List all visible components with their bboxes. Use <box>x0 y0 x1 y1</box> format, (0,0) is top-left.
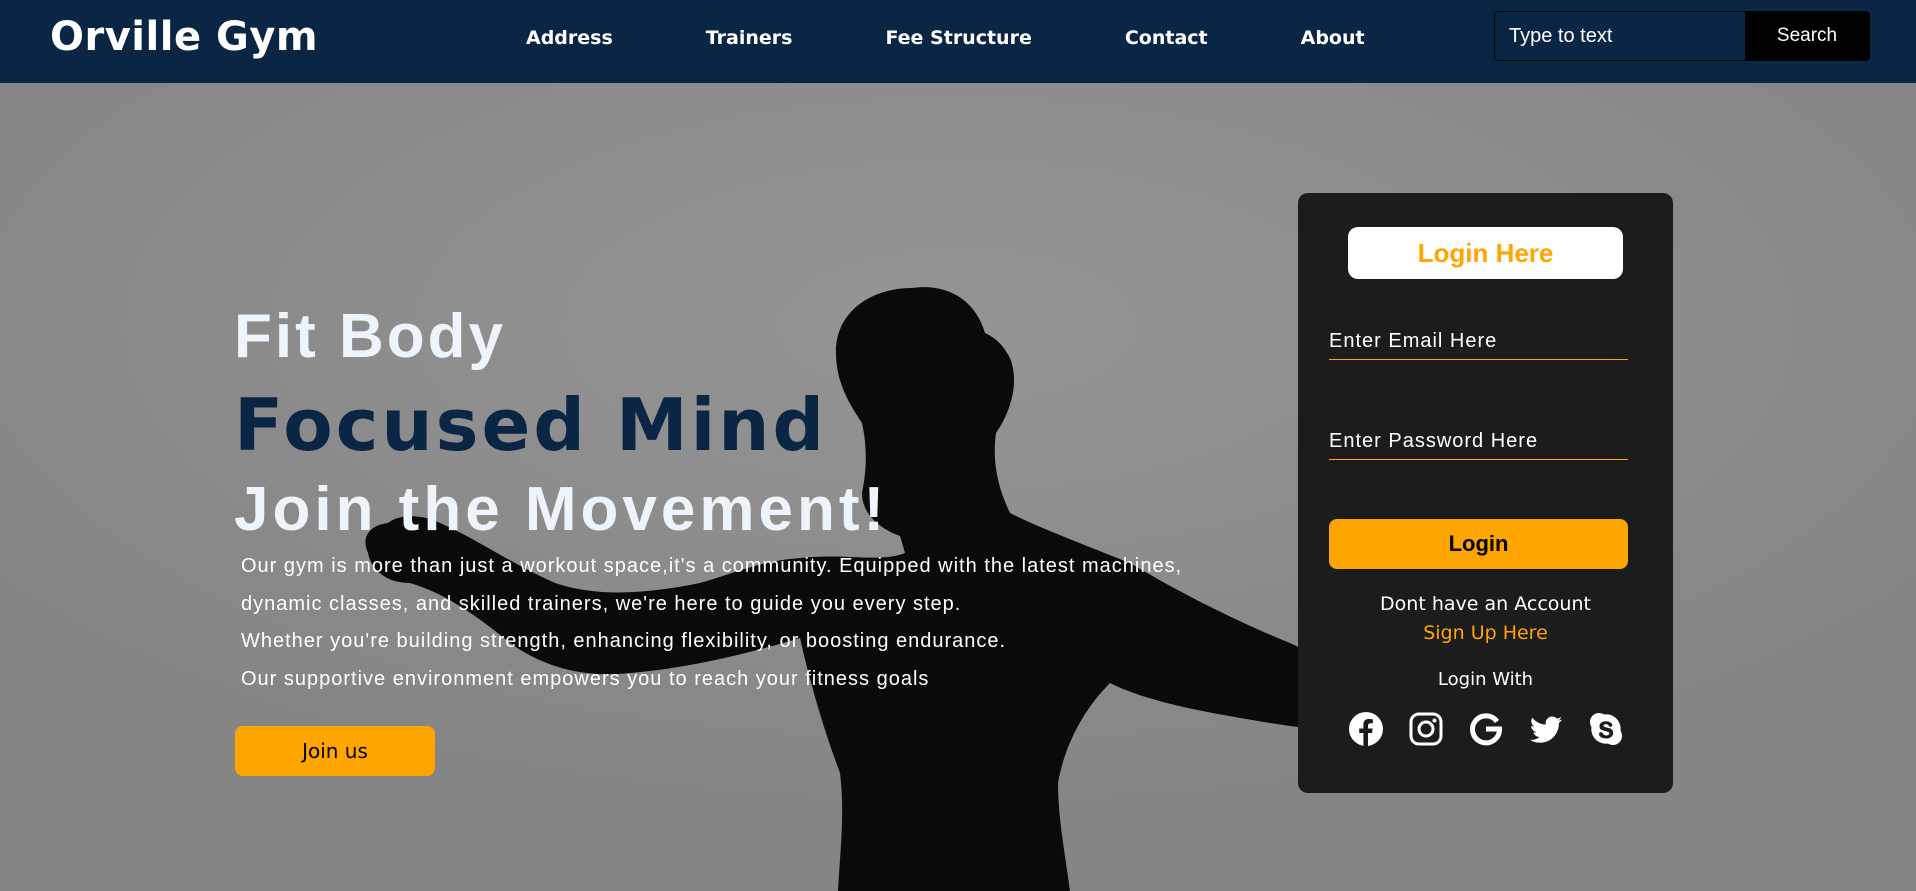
sign-up-link[interactable]: Sign Up Here <box>1298 622 1673 644</box>
facebook-icon[interactable] <box>1348 711 1384 747</box>
google-icon[interactable] <box>1468 711 1504 747</box>
twitter-icon[interactable] <box>1528 711 1564 747</box>
join-us-button[interactable]: Join us <box>235 726 435 776</box>
search-bar: Search <box>1494 11 1870 61</box>
hero-description-line: Our supportive environment empowers you … <box>241 667 930 690</box>
search-button[interactable]: Search <box>1745 12 1869 60</box>
hero-description-line: dynamic classes, and skilled trainers, w… <box>241 592 962 615</box>
nav-link-contact[interactable]: Contact <box>1125 27 1208 49</box>
login-card-title: Login Here <box>1348 227 1623 279</box>
email-field[interactable] <box>1329 324 1628 360</box>
nav-link-address[interactable]: Address <box>526 27 613 49</box>
hero-description-line: Whether you're building strength, enhanc… <box>241 630 1007 652</box>
login-card: Login Here Login Dont have an Account Si… <box>1298 193 1673 793</box>
nav-links: Address Trainers Fee Structure Contact A… <box>526 0 1365 75</box>
hero-heading-join-movement: Join the Movement! <box>234 475 889 544</box>
navbar: Orville Gym Address Trainers Fee Structu… <box>0 0 1916 83</box>
nav-link-trainers[interactable]: Trainers <box>706 27 793 49</box>
hero-heading-fit-body: Fit Body <box>234 302 506 371</box>
skype-icon[interactable] <box>1588 711 1624 747</box>
brand-logo[interactable]: Orville Gym <box>50 14 318 60</box>
instagram-icon[interactable] <box>1408 711 1444 747</box>
password-field[interactable] <box>1329 424 1628 460</box>
social-login-icons <box>1348 711 1623 749</box>
nav-link-fee-structure[interactable]: Fee Structure <box>885 27 1031 49</box>
hero-description: Our gym is more than just a workout spac… <box>241 548 1271 698</box>
login-button[interactable]: Login <box>1329 519 1628 569</box>
nav-link-about[interactable]: About <box>1301 27 1365 49</box>
search-input[interactable] <box>1495 12 1745 60</box>
hero-heading-focused-mind: Focused Mind <box>234 383 828 467</box>
no-account-text: Dont have an Account <box>1380 593 1591 615</box>
login-with-text: Login With <box>1437 669 1534 690</box>
hero-description-line: Our gym is more than just a workout spac… <box>241 555 1183 577</box>
